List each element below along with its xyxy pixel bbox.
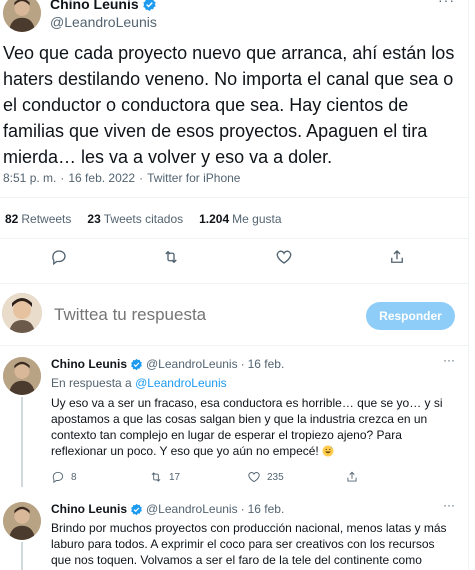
main-tweet-header: Chino Leunis @LeandroLeunis ··· [0, 0, 468, 32]
avatar-photo-icon [3, 0, 41, 32]
divider [0, 197, 468, 198]
quotes-label: Tweets citados [103, 212, 184, 226]
user-avatar-icon [2, 293, 42, 333]
reply-icon[interactable] [50, 248, 72, 270]
author-handle[interactable]: @LeandroLeunis [146, 357, 238, 371]
tweet-time[interactable]: 8:51 p. m. [3, 171, 56, 185]
retweet-count: 17 [169, 471, 181, 483]
retweets-label: Retweets [21, 212, 72, 226]
verified-badge-icon [131, 358, 142, 370]
avatar[interactable] [3, 502, 41, 540]
author-name[interactable]: Chino Leunis [51, 357, 127, 371]
reply-icon [52, 471, 64, 484]
tweet-thread: Chino Leunis @LeandroLeunis ··· Veo que … [0, 0, 469, 570]
tweet-source[interactable]: Twitter for iPhone [147, 171, 240, 185]
avatar-photo-icon [3, 502, 41, 540]
reply-text: Uy eso va a ser un fracaso, esa conducto… [51, 395, 455, 459]
retweet-action[interactable]: 17 [149, 470, 180, 484]
avatar[interactable] [3, 357, 41, 395]
reply-header: Chino Leunis @LeandroLeunis · 16 feb. [51, 502, 284, 516]
divider [0, 238, 468, 239]
like-action[interactable]: 235 [247, 470, 284, 484]
thread-line [21, 542, 23, 570]
reply-count: 8 [71, 471, 77, 483]
reply-actions: 8 17 235 [51, 470, 451, 486]
author-name[interactable]: Chino Leunis [51, 502, 127, 516]
share-icon [347, 471, 357, 482]
meta-separator: · [240, 502, 245, 516]
verified-badge-icon [131, 503, 142, 515]
reply-action[interactable]: 8 [51, 470, 77, 484]
like-icon [248, 472, 260, 483]
reply-text: Brindo por muchos proyectos con producci… [51, 521, 447, 567]
retweet-icon[interactable] [162, 248, 184, 270]
reply-text-body: Uy eso va a ser un fracaso, esa conducto… [51, 396, 443, 458]
meta-separator: · [139, 171, 144, 185]
reply-date[interactable]: 16 feb. [248, 502, 285, 516]
tweet-metadata: 8:51 p. m. · 16 feb. 2022 · Twitter for … [3, 171, 240, 185]
retweet-icon [151, 472, 161, 482]
thread-line [21, 397, 23, 487]
reply-tweet[interactable]: Chino Leunis @LeandroLeunis · 16 feb. ··… [0, 353, 468, 497]
divider [0, 345, 468, 346]
author-name[interactable]: Chino Leunis [50, 0, 139, 12]
divider [0, 283, 468, 284]
avatar[interactable] [3, 0, 41, 32]
meta-separator: · [60, 171, 65, 185]
reply-input[interactable] [54, 305, 334, 325]
in-reply-handle-link[interactable]: @LeandroLeunis [135, 376, 227, 390]
more-options-icon[interactable]: ··· [443, 353, 455, 367]
reply-tweet[interactable]: Chino Leunis @LeandroLeunis · 16 feb. ··… [0, 498, 468, 570]
tweet-actions [0, 248, 468, 274]
avatar-photo-icon [3, 357, 41, 395]
in-reply-prefix: En respuesta a [51, 376, 132, 390]
likes-stat[interactable]: 1.204 Me gusta [199, 212, 281, 226]
retweets-count: 82 [5, 212, 19, 226]
author-handle[interactable]: @LeandroLeunis [146, 502, 238, 516]
tweet-stats: 82 Retweets 23 Tweets citados 1.204 Me g… [5, 212, 282, 226]
in-reply-to: En respuesta a @LeandroLeunis [51, 376, 227, 390]
tweet-text: Veo que cada proyecto nuevo que arranca,… [3, 43, 455, 167]
reply-date[interactable]: 16 feb. [248, 357, 285, 371]
grinning-sweat-emoji-icon [322, 445, 334, 457]
author-row: Chino Leunis [50, 0, 157, 12]
quotes-stat[interactable]: 23 Tweets citados [87, 212, 183, 226]
share-action[interactable] [345, 470, 359, 484]
composer-avatar [2, 293, 42, 333]
likes-label: Me gusta [232, 212, 282, 226]
tweet-date[interactable]: 16 feb. 2022 [68, 171, 135, 185]
verified-badge-icon [142, 0, 156, 11]
more-options-icon[interactable]: ··· [438, 0, 455, 8]
author-handle[interactable]: @LeandroLeunis [50, 14, 157, 30]
like-count: 235 [267, 471, 284, 483]
likes-count: 1.204 [199, 212, 230, 226]
reply-button[interactable]: Responder [366, 302, 455, 330]
reply-header: Chino Leunis @LeandroLeunis · 16 feb. [51, 357, 284, 371]
meta-separator: · [240, 357, 245, 371]
retweets-stat[interactable]: 82 Retweets [5, 212, 71, 226]
like-icon[interactable] [275, 248, 297, 270]
more-options-icon[interactable]: ··· [443, 498, 455, 512]
share-icon[interactable] [388, 248, 410, 270]
quotes-count: 23 [87, 212, 101, 226]
